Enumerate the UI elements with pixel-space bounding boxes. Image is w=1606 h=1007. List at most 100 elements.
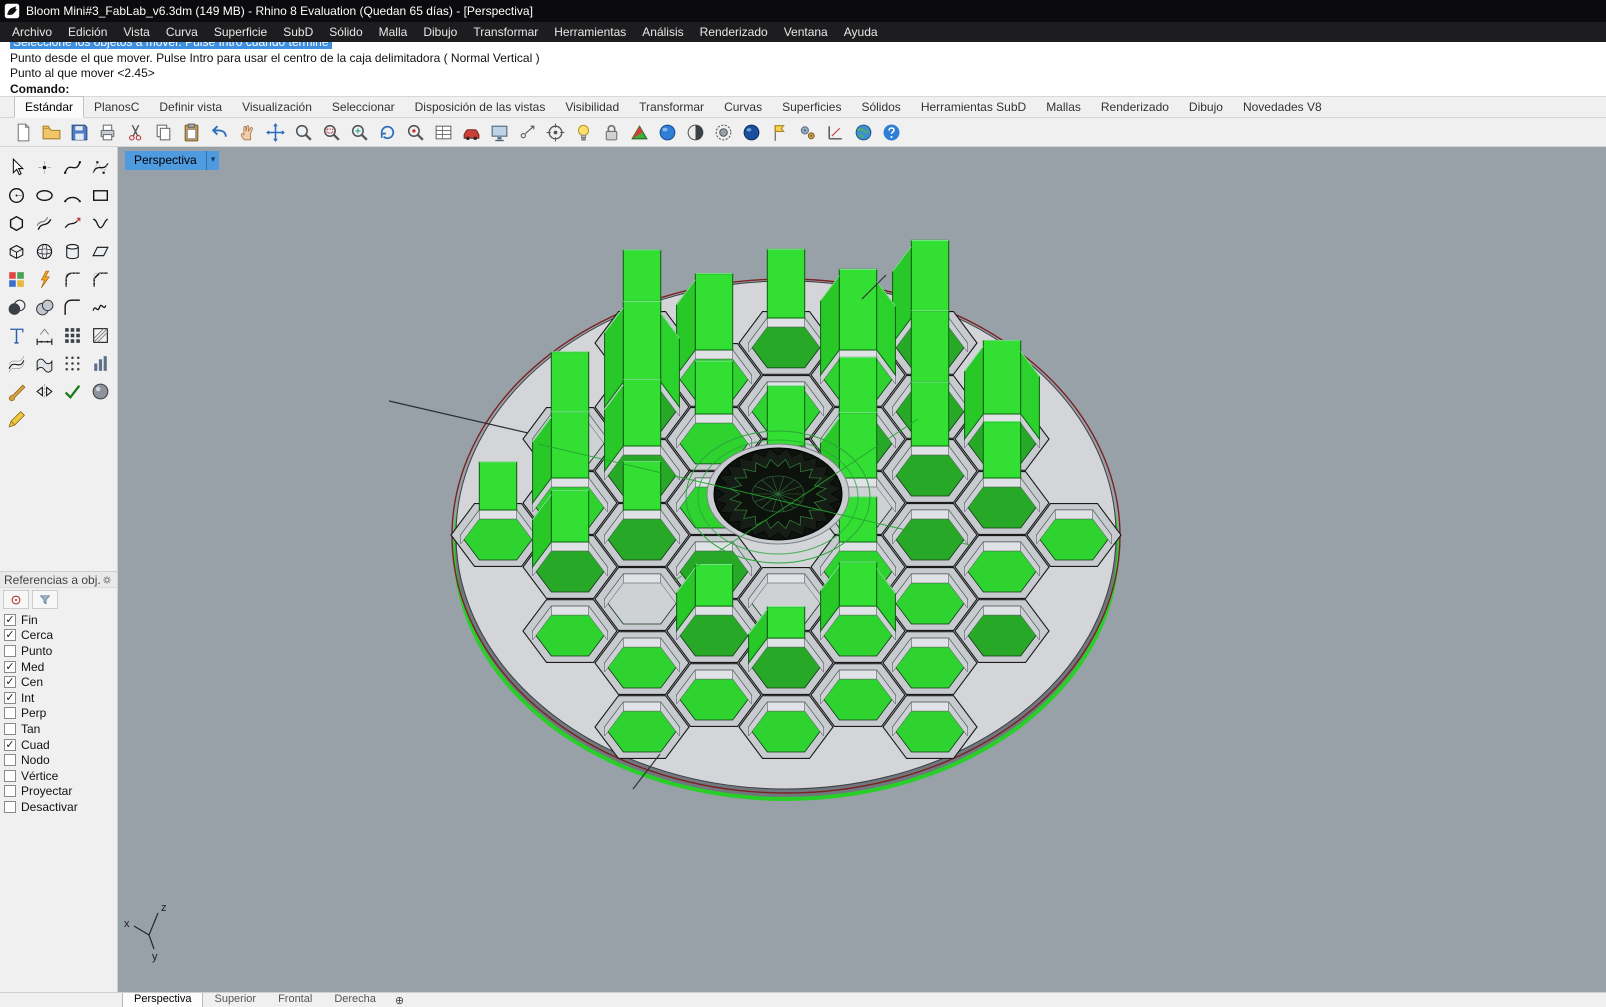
save-button[interactable] <box>69 122 90 143</box>
tool-curve-control-points-button[interactable] <box>87 154 114 181</box>
zoom-extents-button[interactable] <box>349 122 370 143</box>
gear-icon[interactable] <box>101 574 113 586</box>
tool-select-arrow-button[interactable] <box>3 154 30 181</box>
toolbar-tab-solidos[interactable]: Sólidos <box>851 97 910 117</box>
raytrace-button[interactable] <box>713 122 734 143</box>
tool-point-grid-button[interactable] <box>59 350 86 377</box>
lock-button[interactable] <box>601 122 622 143</box>
viewport-tab-frontal[interactable]: Frontal <box>267 993 323 1007</box>
tool-circle-button[interactable] <box>3 182 30 209</box>
tool-surface-grid-button[interactable] <box>3 350 30 377</box>
tool-explode-button[interactable] <box>31 266 58 293</box>
osnap-fin[interactable]: ✓ Fin <box>0 612 117 628</box>
osnap-cerca-checkbox[interactable]: ✓ <box>4 629 16 642</box>
osnap-int[interactable]: ✓ Int <box>0 690 117 706</box>
menu-curva[interactable]: Curva <box>158 23 206 41</box>
menu-ventana[interactable]: Ventana <box>776 23 836 41</box>
tool-polygon-button[interactable] <box>3 210 30 237</box>
viewport-canvas[interactable]: z x y <box>118 147 1606 992</box>
tool-paintbrush-button[interactable] <box>3 378 30 405</box>
osnap-proyectar-checkbox[interactable] <box>4 785 16 798</box>
tool-check-selection-button[interactable] <box>59 378 86 405</box>
toolbar-tab-renderizado[interactable]: Renderizado <box>1091 97 1179 117</box>
osnap-cen-checkbox[interactable]: ✓ <box>4 676 16 689</box>
tool-drape-surface-button[interactable] <box>31 350 58 377</box>
render-circle-button[interactable] <box>657 122 678 143</box>
render-half-button[interactable] <box>685 122 706 143</box>
menu-superficie[interactable]: Superficie <box>206 23 275 41</box>
tool-sweep-pencil-button[interactable] <box>3 406 30 433</box>
rotate-view-button[interactable] <box>377 122 398 143</box>
copy-button[interactable] <box>153 122 174 143</box>
toolbar-tab-definir-vista[interactable]: Definir vista <box>149 97 232 117</box>
scale-tool-button[interactable] <box>825 122 846 143</box>
osnap-panel-header[interactable]: Referencias a obj... <box>0 571 117 588</box>
open-file-button[interactable] <box>41 122 62 143</box>
tool-hatch-button[interactable] <box>87 322 114 349</box>
tool-point-button[interactable] <box>31 154 58 181</box>
tool-sphere-button[interactable] <box>31 238 58 265</box>
osnap-cuad-checkbox[interactable]: ✓ <box>4 738 16 751</box>
paste-button[interactable] <box>181 122 202 143</box>
tool-boolean-union-button[interactable] <box>31 294 58 321</box>
osnap-tan-checkbox[interactable] <box>4 722 16 735</box>
tool-plugins-button[interactable] <box>3 266 30 293</box>
osnap-int-checkbox[interactable]: ✓ <box>4 691 16 704</box>
osnap-tan[interactable]: Tan <box>0 721 117 737</box>
new-file-button[interactable] <box>13 122 34 143</box>
tool-blend-curve-button[interactable] <box>87 210 114 237</box>
tool-freeform-curve-button[interactable] <box>87 294 114 321</box>
car-display-button[interactable] <box>461 122 482 143</box>
osnap-perp-checkbox[interactable] <box>4 707 16 720</box>
toolbar-tab-estandar[interactable]: Estándar <box>14 96 85 118</box>
material-sphere-button[interactable] <box>741 122 762 143</box>
menu-herramientas[interactable]: Herramientas <box>546 23 634 41</box>
toolbar-tab-visualizacion[interactable]: Visualización <box>232 97 322 117</box>
toolbar-tab-dibujo[interactable]: Dibujo <box>1179 97 1233 117</box>
tool-rectangle-button[interactable] <box>87 182 114 209</box>
tool-boolean-difference-button[interactable] <box>3 294 30 321</box>
tool-text-button[interactable] <box>3 322 30 349</box>
menu-archivo[interactable]: Archivo <box>4 23 60 41</box>
menu-transformar[interactable]: Transformar <box>465 23 546 41</box>
osnap-perp[interactable]: Perp <box>0 706 117 722</box>
osnap-punto-checkbox[interactable] <box>4 644 16 657</box>
menu-subd[interactable]: SubD <box>275 23 321 41</box>
pan-view-button[interactable] <box>237 122 258 143</box>
toolbar-tab-novedades-v8[interactable]: Novedades V8 <box>1233 97 1332 117</box>
zoom-dynamic-button[interactable] <box>293 122 314 143</box>
tool-curve-interpolated-button[interactable] <box>59 154 86 181</box>
lightbulb-button[interactable] <box>573 122 594 143</box>
tool-fillet-curve-button[interactable] <box>59 294 86 321</box>
osnap-punto[interactable]: Punto <box>0 643 117 659</box>
tool-offset-curve-button[interactable] <box>31 210 58 237</box>
osnap-desactivar[interactable]: Desactivar <box>0 799 117 815</box>
tool-box-button[interactable] <box>3 238 30 265</box>
move-button[interactable] <box>265 122 286 143</box>
menu-vista[interactable]: Vista <box>115 23 157 41</box>
layers-table-button[interactable] <box>433 122 454 143</box>
tool-arc-button[interactable] <box>59 182 86 209</box>
tool-array-rectangular-button[interactable] <box>59 322 86 349</box>
menu-solido[interactable]: Sólido <box>321 23 370 41</box>
osnap-toggle-button[interactable] <box>3 590 29 609</box>
point-filter-button[interactable] <box>517 122 538 143</box>
target-osnap-button[interactable] <box>545 122 566 143</box>
toolbar-tab-superficies[interactable]: Superficies <box>772 97 851 117</box>
toolbar-tab-transformar[interactable]: Transformar <box>629 97 714 117</box>
osnap-cen[interactable]: ✓ Cen <box>0 674 117 690</box>
cut-button[interactable] <box>125 122 146 143</box>
toolbar-tab-herramientas-subd[interactable]: Herramientas SubD <box>911 97 1036 117</box>
osnap-cerca[interactable]: ✓ Cerca <box>0 628 117 644</box>
osnap-cuad[interactable]: ✓ Cuad <box>0 737 117 753</box>
viewport-tab-perspectiva[interactable]: Perspectiva <box>122 993 204 1007</box>
print-button[interactable] <box>97 122 118 143</box>
menu-ayuda[interactable]: Ayuda <box>836 23 886 41</box>
menu-dibujo[interactable]: Dibujo <box>415 23 465 41</box>
osnap-nodo[interactable]: Nodo <box>0 752 117 768</box>
toolbar-tab-mallas[interactable]: Mallas <box>1036 97 1091 117</box>
osnap-vertice[interactable]: Vértice <box>0 768 117 784</box>
tool-dimension-button[interactable] <box>31 322 58 349</box>
osnap-med[interactable]: ✓ Med <box>0 659 117 675</box>
command-prompt[interactable]: Comando: <box>10 81 1606 96</box>
